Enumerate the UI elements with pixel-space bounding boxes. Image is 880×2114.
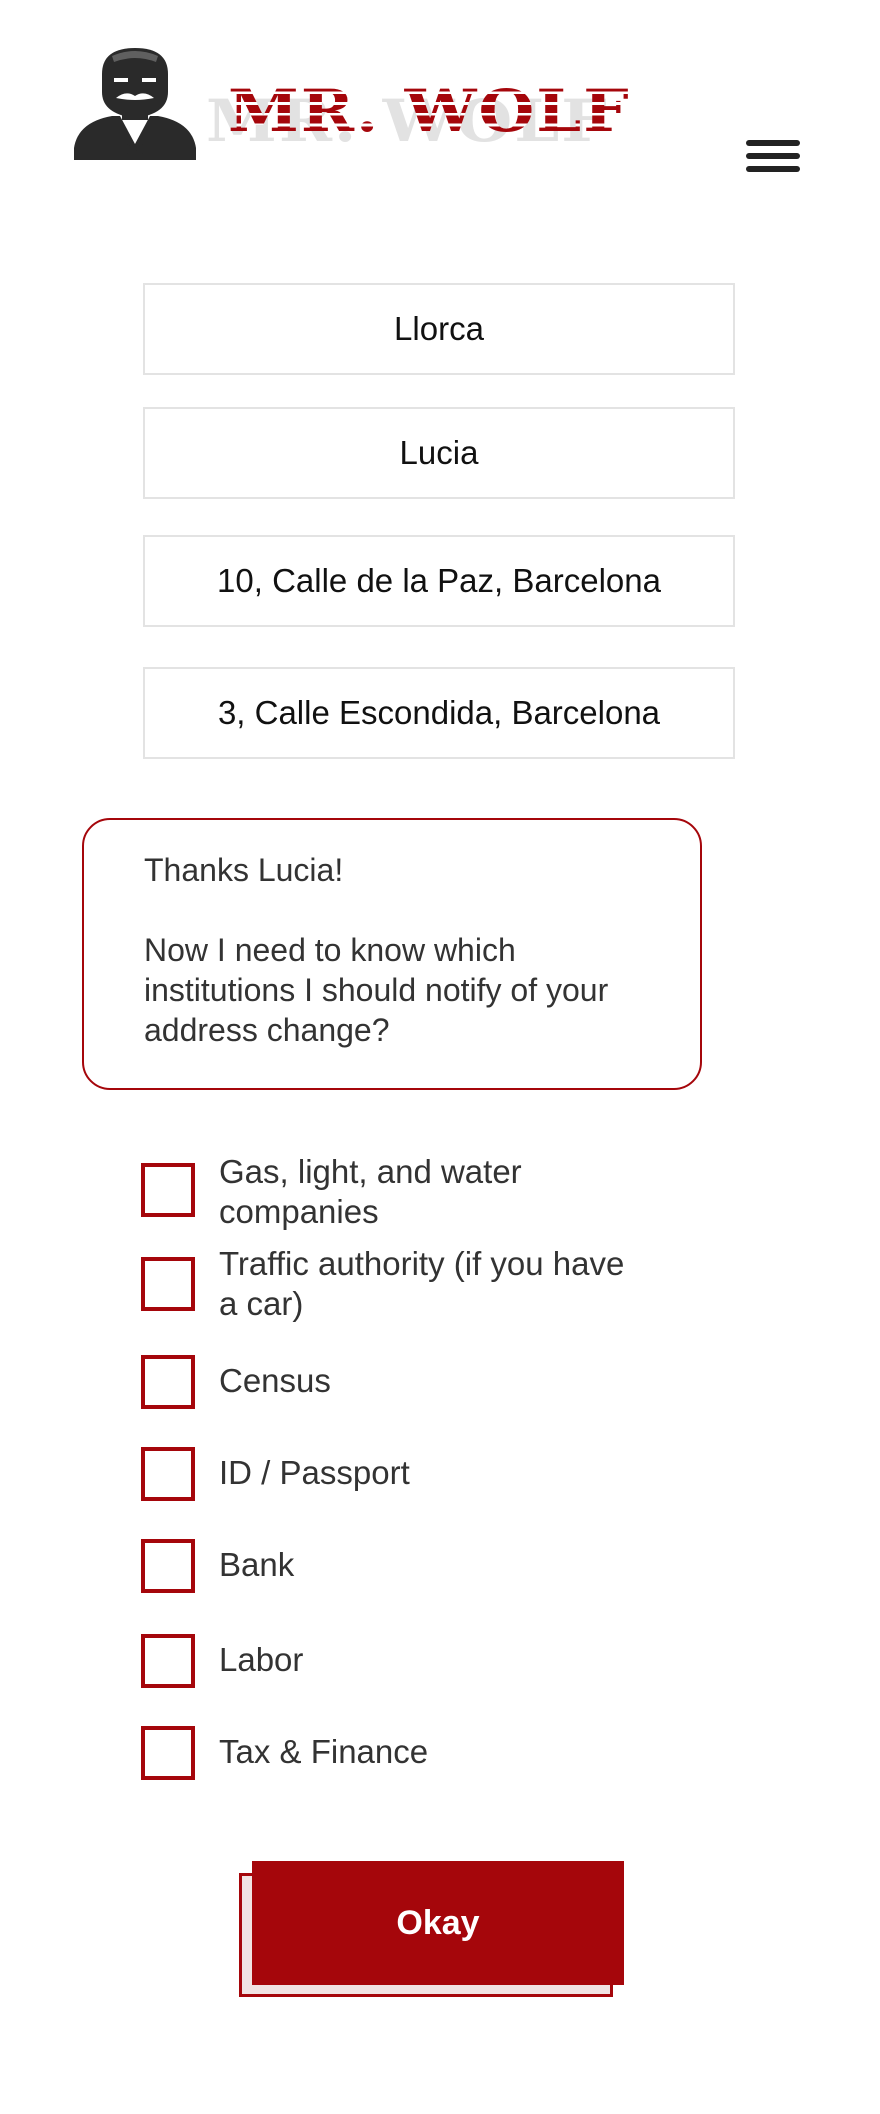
first-name-field[interactable] bbox=[143, 407, 735, 499]
checkbox[interactable] bbox=[141, 1355, 195, 1409]
checkbox[interactable] bbox=[141, 1447, 195, 1501]
hamburger-menu-icon[interactable] bbox=[746, 140, 802, 178]
institution-label: Traffic authority (if you have a car) bbox=[219, 1245, 625, 1322]
checkbox[interactable] bbox=[141, 1257, 195, 1311]
institution-label: Tax & Finance bbox=[219, 1733, 429, 1770]
checkbox[interactable] bbox=[141, 1726, 195, 1780]
first-name-input[interactable] bbox=[145, 409, 733, 497]
old-address-input[interactable] bbox=[145, 537, 733, 625]
institution-label: Gas, light, and water companies bbox=[219, 1153, 522, 1230]
brand-logo: MR. WOLF MR. WOLF bbox=[200, 80, 670, 160]
checkbox[interactable] bbox=[141, 1163, 195, 1217]
new-address-field[interactable] bbox=[143, 667, 735, 759]
institution-label: Labor bbox=[219, 1641, 304, 1678]
surname-input[interactable] bbox=[145, 285, 733, 373]
header: MR. WOLF MR. WOLF bbox=[0, 0, 880, 200]
institution-label: ID / Passport bbox=[219, 1454, 410, 1491]
surname-field[interactable] bbox=[143, 283, 735, 375]
wolf-mascot-icon bbox=[72, 48, 198, 160]
new-address-input[interactable] bbox=[145, 669, 733, 757]
institution-label: Census bbox=[219, 1362, 331, 1399]
okay-button[interactable]: Okay bbox=[252, 1861, 624, 1985]
checkbox[interactable] bbox=[141, 1539, 195, 1593]
message-body: Now I need to know which institutions I … bbox=[144, 932, 609, 1048]
institution-label: Bank bbox=[219, 1546, 295, 1583]
message-greeting: Thanks Lucia! bbox=[144, 852, 344, 888]
brand-logo-text: MR. WOLF bbox=[228, 77, 631, 146]
assistant-message-bubble: Thanks Lucia! Now I need to know which i… bbox=[82, 818, 702, 1090]
old-address-field[interactable] bbox=[143, 535, 735, 627]
checkbox[interactable] bbox=[141, 1634, 195, 1688]
